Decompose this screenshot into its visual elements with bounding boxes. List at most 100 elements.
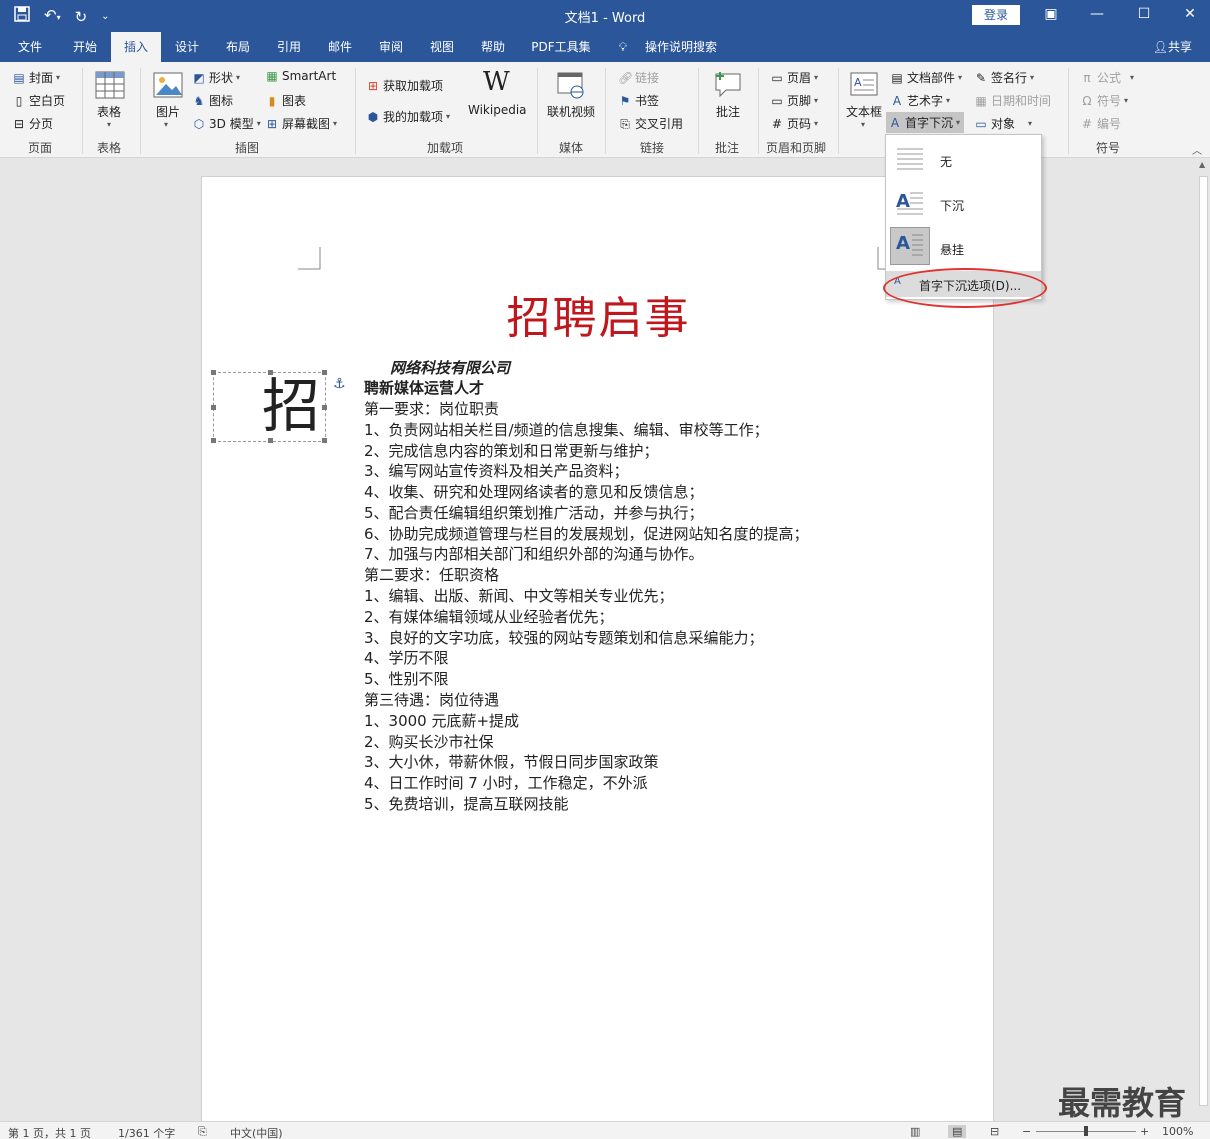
in-margin-label: 悬挂 xyxy=(940,243,965,257)
document-page[interactable]: 招聘启事 招 ⚓︎ 网络科技有限公司 聘新媒体运营人才 第一要求：岗位职责 1、… xyxy=(201,176,994,1139)
resize-handle[interactable] xyxy=(268,438,273,443)
screenshot-button[interactable]: ⊞ 屏幕截图 ▾ xyxy=(265,115,337,132)
tab-design[interactable]: 设计 xyxy=(162,32,212,62)
cover-page-button[interactable]: ▤ 封面 ▾ xyxy=(12,69,60,86)
wikipedia-icon[interactable]: W xyxy=(483,67,510,97)
tab-insert[interactable]: 插入 xyxy=(111,32,161,62)
tab-pdf-tools[interactable]: PDF工具集 xyxy=(524,32,598,62)
page-number-button[interactable]: # 页码 ▾ xyxy=(770,115,818,132)
anchor-icon[interactable]: ⚓︎ xyxy=(333,376,346,392)
group-label-links: 链接 xyxy=(639,141,664,155)
table-button[interactable]: 表格 xyxy=(97,103,121,120)
page-count[interactable]: 第 1 页，共 1 页 xyxy=(8,1125,91,1139)
close-icon[interactable]: ✕ xyxy=(1175,4,1205,24)
resize-handle[interactable] xyxy=(211,370,216,375)
signature-label: 签名行 xyxy=(991,71,1028,85)
resize-handle[interactable] xyxy=(322,405,327,410)
body-line: 2、有媒体编辑领域从业经验者优先； xyxy=(364,608,614,626)
date-time-button[interactable]: ▦ 日期和时间 xyxy=(974,92,1051,109)
online-video-icon[interactable] xyxy=(555,70,587,100)
my-addins-button[interactable]: ⬢ 我的加载项 ▾ xyxy=(366,108,450,125)
word-count[interactable]: 1/361 个字 xyxy=(118,1125,175,1139)
drop-cap-button[interactable]: A 首字下沉 ▾ xyxy=(886,112,965,133)
comment-button[interactable]: 批注 xyxy=(716,103,740,120)
separator xyxy=(605,68,606,154)
tab-help[interactable]: 帮助 xyxy=(468,32,518,62)
drop-cap-none-option[interactable]: 无 xyxy=(886,139,1041,181)
zoom-slider-thumb[interactable] xyxy=(1084,1126,1088,1136)
number-button[interactable]: # 编号 xyxy=(1080,115,1121,132)
resize-handle[interactable] xyxy=(322,370,327,375)
drop-cap-dropped-option[interactable]: A 下沉 xyxy=(886,183,1041,225)
zoom-in-icon[interactable]: + xyxy=(1140,1125,1149,1138)
tab-review[interactable]: 审阅 xyxy=(366,32,416,62)
chart-button[interactable]: ▮ 图表 xyxy=(265,92,306,109)
table-icon[interactable] xyxy=(94,70,126,100)
tell-me-search[interactable]: 操作说明搜索 xyxy=(638,32,724,62)
textbox-caret[interactable]: ▾ xyxy=(861,120,865,129)
smartart-button[interactable]: ▦ SmartArt xyxy=(265,69,336,83)
collapse-ribbon-icon[interactable]: ︿ xyxy=(1192,142,1202,157)
scroll-thumb[interactable] xyxy=(1199,176,1208,1106)
tab-home[interactable]: 开始 xyxy=(60,32,110,62)
wordart-button[interactable]: A 艺术字 ▾ xyxy=(890,92,950,109)
object-button[interactable]: ▭ 对象 ▾ xyxy=(974,115,1032,132)
drop-cap-in-margin-option[interactable]: A 悬挂 xyxy=(886,227,1041,269)
drop-cap-frame[interactable]: 招 xyxy=(211,370,327,443)
login-button[interactable]: 登录 xyxy=(972,5,1020,25)
resize-handle[interactable] xyxy=(322,438,327,443)
symbol-button[interactable]: Ω 符号 ▾ xyxy=(1080,92,1128,109)
proofing-icon[interactable]: ⎘ xyxy=(198,1125,207,1139)
page-break-button[interactable]: ⊟ 分页 xyxy=(12,115,53,132)
link-button[interactable]: 🔗︎ 链接 xyxy=(618,69,659,86)
picture-button[interactable]: 图片 xyxy=(156,103,180,120)
body-line: 2、购买长沙市社保 xyxy=(364,733,494,751)
maximize-icon[interactable]: ☐ xyxy=(1129,4,1159,24)
wikipedia-button[interactable]: Wikipedia xyxy=(468,103,527,117)
resize-handle[interactable] xyxy=(211,438,216,443)
read-mode-icon[interactable]: ▥ xyxy=(910,1125,920,1138)
bookmark-button[interactable]: ⚑ 书签 xyxy=(618,92,659,109)
resize-handle[interactable] xyxy=(268,370,273,375)
tab-mailings[interactable]: 邮件 xyxy=(315,32,365,62)
resize-handle[interactable] xyxy=(211,405,216,410)
shapes-button[interactable]: ◩ 形状 ▾ xyxy=(192,69,240,86)
print-layout-icon[interactable]: ▤ xyxy=(948,1125,967,1138)
shapes-icon: ◩ xyxy=(193,70,205,85)
signature-line-button[interactable]: ✎ 签名行 ▾ xyxy=(974,69,1034,86)
minimize-icon[interactable]: — xyxy=(1082,4,1112,24)
share-button[interactable]: 👤︎共享 xyxy=(1153,32,1192,62)
icons-button[interactable]: ♞ 图标 xyxy=(192,92,233,109)
get-addins-button[interactable]: ⊞ 获取加载项 xyxy=(366,77,443,94)
vertical-scrollbar[interactable]: ▲ xyxy=(1196,158,1210,1121)
web-layout-icon[interactable]: ⊟ xyxy=(990,1125,999,1138)
tab-references[interactable]: 引用 xyxy=(264,32,314,62)
zoom-out-icon[interactable]: − xyxy=(1022,1125,1031,1138)
separator xyxy=(82,68,83,154)
cross-reference-button[interactable]: ⎘ 交叉引用 xyxy=(618,115,683,132)
group-label-pages: 页面 xyxy=(27,141,52,155)
quick-parts-button[interactable]: ▤ 文档部件 ▾ xyxy=(890,69,962,86)
online-video-button[interactable]: 联机视频 xyxy=(547,103,595,120)
header-button[interactable]: ▭ 页眉 ▾ xyxy=(770,69,818,86)
3d-model-button[interactable]: ⬡ 3D 模型 ▾ xyxy=(192,115,261,132)
language-indicator[interactable]: 中文(中国) xyxy=(230,1125,283,1139)
tab-file[interactable]: 文件 xyxy=(8,32,52,62)
table-caret[interactable]: ▾ xyxy=(107,120,111,129)
ribbon-display-options-icon[interactable]: ▣ xyxy=(1036,4,1066,24)
body-line: 3、大小休，带薪休假，节假日同步国家政策 xyxy=(364,753,659,771)
footer-button[interactable]: ▭ 页脚 ▾ xyxy=(770,92,818,109)
scroll-up-icon[interactable]: ▲ xyxy=(1199,160,1205,169)
body-line: 1、负责网站相关栏目/频道的信息搜集、编辑、审校等工作； xyxy=(364,421,769,439)
textbox-button[interactable]: 文本框 xyxy=(846,103,882,120)
picture-icon[interactable] xyxy=(152,70,184,100)
textbox-icon[interactable]: A xyxy=(848,70,880,100)
tab-layout[interactable]: 布局 xyxy=(213,32,263,62)
comment-icon[interactable] xyxy=(712,70,744,100)
picture-caret[interactable]: ▾ xyxy=(164,120,168,129)
equation-button[interactable]: π 公式 ▾ xyxy=(1080,69,1134,86)
blank-page-button[interactable]: ▯ 空白页 xyxy=(12,92,65,109)
zoom-level[interactable]: 100% xyxy=(1162,1125,1193,1138)
tab-view[interactable]: 视图 xyxy=(417,32,467,62)
watermark-logo: 最需教育 xyxy=(1058,1084,1187,1122)
